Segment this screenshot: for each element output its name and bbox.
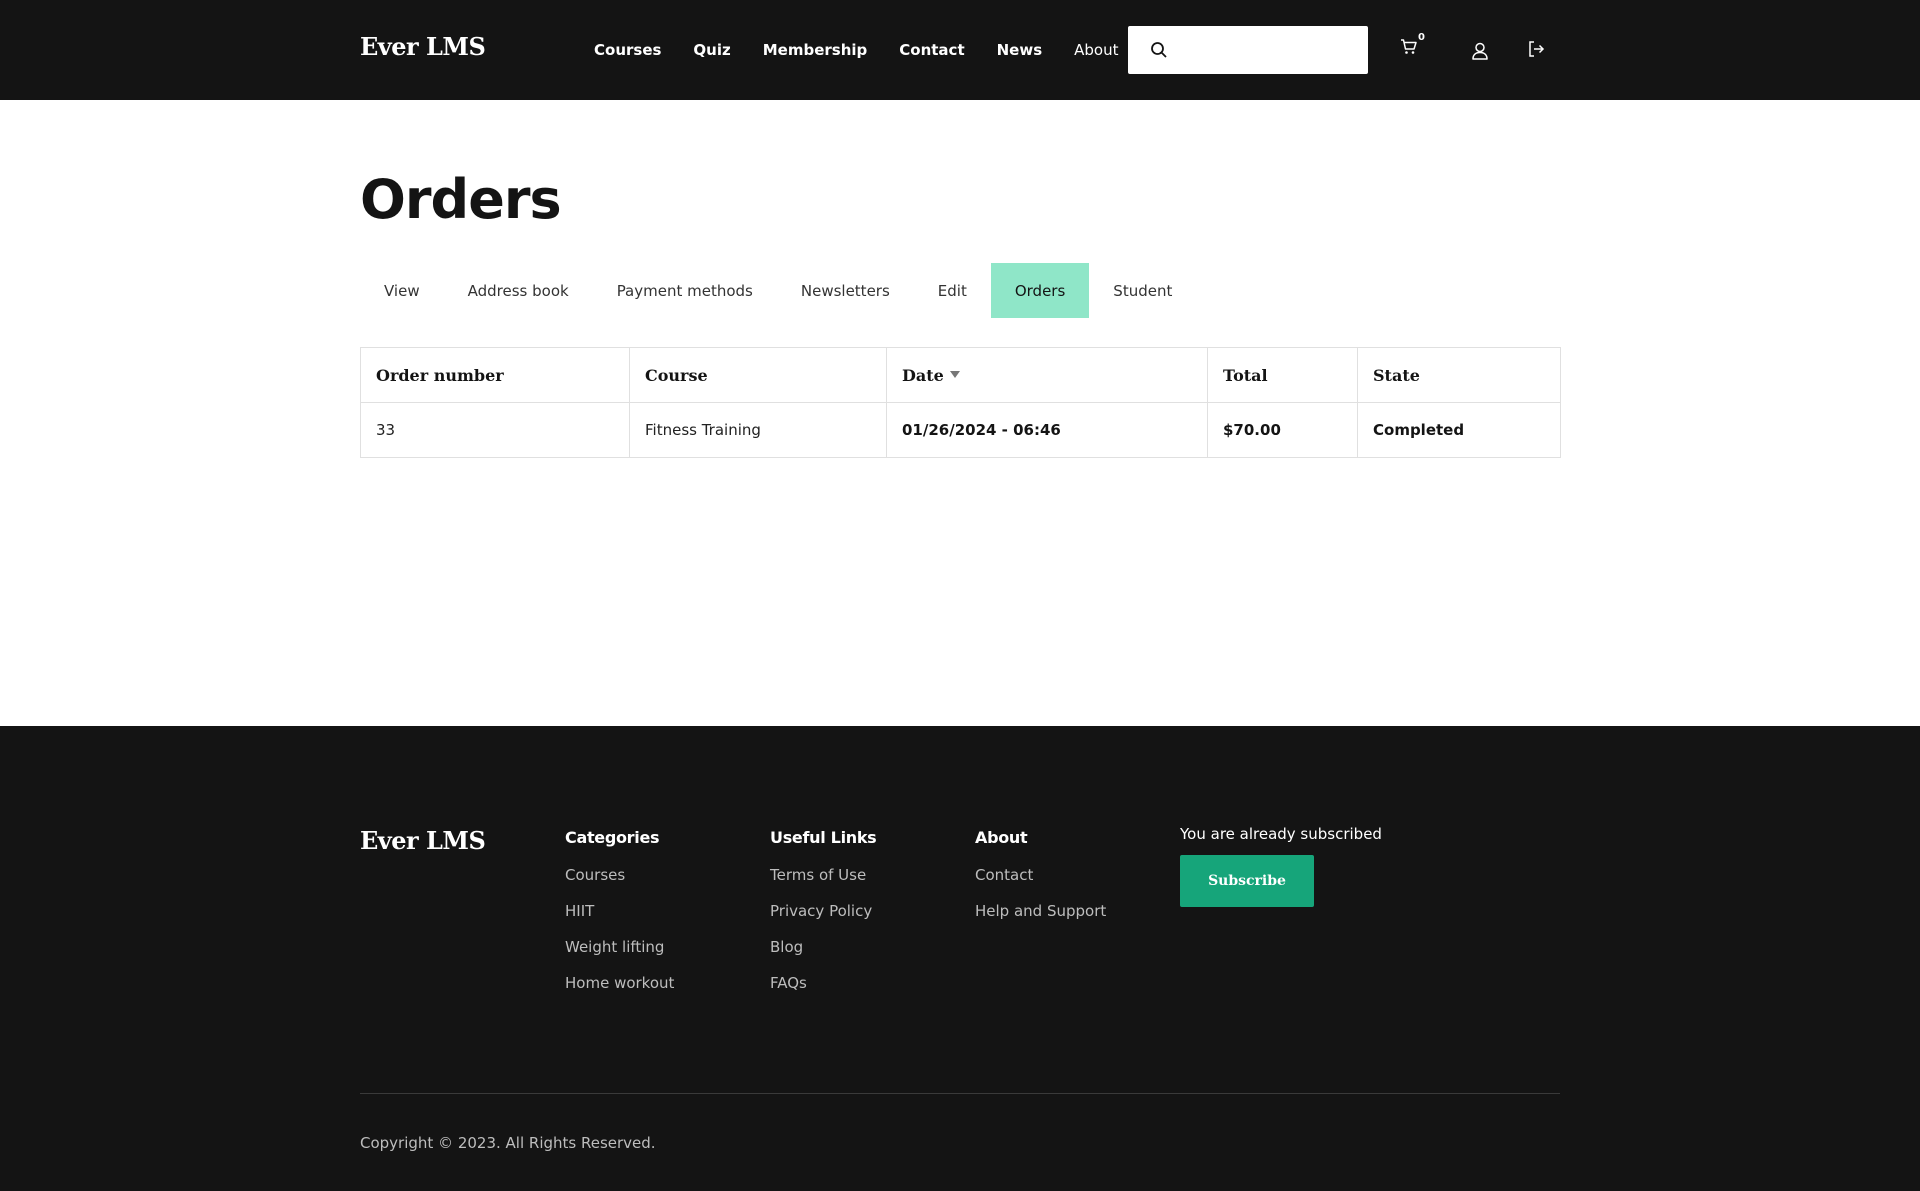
footer-categories-title: Categories [565,828,660,847]
user-icon[interactable] [1471,42,1489,64]
sort-desc-icon[interactable] [949,370,960,378]
header-state: State [1357,347,1561,403]
tab-address-book[interactable]: Address book [444,263,593,318]
footer-about-title: About [975,828,1028,847]
footer-link-weight-lifting[interactable]: Weight lifting [565,937,674,973]
copyright-text: Copyright © 2023. All Rights Reserved. [360,1134,656,1152]
header-course: Course [629,347,887,403]
cell-date: 01/26/2024 - 06:46 [886,402,1208,458]
header-total: Total [1207,347,1358,403]
table-row: 33 Fitness Training 01/26/2024 - 06:46 $… [360,402,1561,458]
main-nav: Courses Quiz Membership Contact News Abo… [594,0,1143,100]
footer-link-courses[interactable]: Courses [565,865,674,901]
footer-link-help-support[interactable]: Help and Support [975,901,1106,937]
cell-order-number[interactable]: 33 [360,402,630,458]
cell-state: Completed [1357,402,1561,458]
header-date-label[interactable]: Date [902,366,944,385]
tab-student[interactable]: Student [1089,263,1196,318]
subscribe-button[interactable]: Subscribe [1180,855,1314,907]
nav-membership[interactable]: Membership [763,41,868,59]
footer-useful-links: Useful Links Terms of Use Privacy Policy… [770,828,877,1009]
tab-view[interactable]: View [360,263,444,318]
account-tabs: View Address book Payment methods Newsle… [360,263,1196,318]
header-date[interactable]: Date [886,347,1208,403]
footer-link-faqs[interactable]: FAQs [770,973,876,1009]
page-title: Orders [360,168,562,231]
nav-quiz[interactable]: Quiz [693,41,730,59]
tab-payment-methods[interactable]: Payment methods [593,263,777,318]
logout-icon[interactable] [1527,40,1545,62]
footer-categories: Categories Courses HIIT Weight lifting H… [565,828,674,1009]
footer-logo[interactable]: Ever LMS [360,826,486,855]
site-header: Ever LMS Courses Quiz Membership Contact… [0,0,1920,100]
footer-link-contact[interactable]: Contact [975,865,1106,901]
nav-courses[interactable]: Courses [594,41,661,59]
nav-about-label: About [1074,41,1119,59]
header-order-number: Order number [360,347,630,403]
tab-orders[interactable]: Orders [990,263,1090,318]
search-box[interactable] [1128,26,1368,74]
search-input[interactable] [1180,34,1356,66]
tab-edit[interactable]: Edit [914,263,991,318]
search-icon[interactable] [1150,41,1168,63]
footer-link-home-workout[interactable]: Home workout [565,973,674,1009]
footer-link-terms[interactable]: Terms of Use [770,865,876,901]
nav-contact[interactable]: Contact [899,41,964,59]
cart-count-badge: 0 [1418,32,1425,43]
cell-total: $70.00 [1207,402,1358,458]
footer-useful-links-title: Useful Links [770,828,877,847]
footer-divider [360,1093,1560,1094]
tab-newsletters[interactable]: Newsletters [777,263,914,318]
footer-link-privacy[interactable]: Privacy Policy [770,901,876,937]
table-header-row: Order number Course Date Total State [360,347,1561,403]
site-footer: Ever LMS Categories Courses HIIT Weight … [0,726,1920,1191]
orders-table: Order number Course Date Total State 33 … [360,347,1561,458]
footer-about: About Contact Help and Support [975,828,1106,937]
footer-link-hiit[interactable]: HIIT [565,901,674,937]
footer-link-blog[interactable]: Blog [770,937,876,973]
site-logo[interactable]: Ever LMS [360,32,486,61]
cart-icon[interactable] [1400,38,1418,59]
subscription-status: You are already subscribed [1180,825,1382,843]
cell-course: Fitness Training [629,402,887,458]
nav-news[interactable]: News [997,41,1043,59]
